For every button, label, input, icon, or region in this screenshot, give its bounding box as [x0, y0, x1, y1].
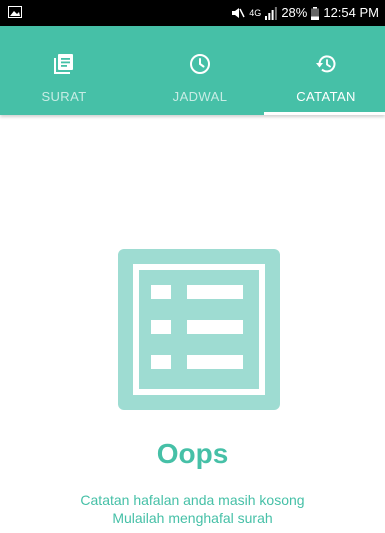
network-type: 4G	[249, 8, 262, 18]
tab-jadwal[interactable]: JADWAL	[136, 26, 264, 115]
tab-bar: SURAT JADWAL CATATAN	[0, 26, 385, 115]
book-icon	[54, 54, 73, 74]
empty-state-message-line2: Mulailah menghafal surah	[112, 510, 273, 526]
tab-jadwal-label: JADWAL	[172, 89, 228, 104]
battery-percent: 28%	[281, 5, 308, 20]
active-tab-indicator	[264, 112, 385, 115]
clock-icon	[190, 54, 210, 74]
mute-icon	[232, 8, 245, 18]
tab-surat[interactable]: SURAT	[0, 26, 128, 115]
status-bar: 4G 28% 12:54 PM	[0, 0, 385, 26]
image-notification-icon	[8, 6, 22, 18]
status-time: 12:54 PM	[323, 5, 379, 20]
empty-state-message-line1: Catatan hafalan anda masih kosong	[80, 492, 305, 508]
battery-icon	[311, 6, 320, 20]
list-icon	[118, 249, 280, 410]
tab-surat-label: SURAT	[41, 89, 87, 104]
history-icon	[316, 55, 336, 73]
tab-catatan[interactable]: CATATAN	[262, 26, 385, 115]
empty-state-title: Oops	[156, 438, 229, 469]
signal-icon	[265, 6, 278, 20]
tab-catatan-label: CATATAN	[296, 89, 356, 104]
